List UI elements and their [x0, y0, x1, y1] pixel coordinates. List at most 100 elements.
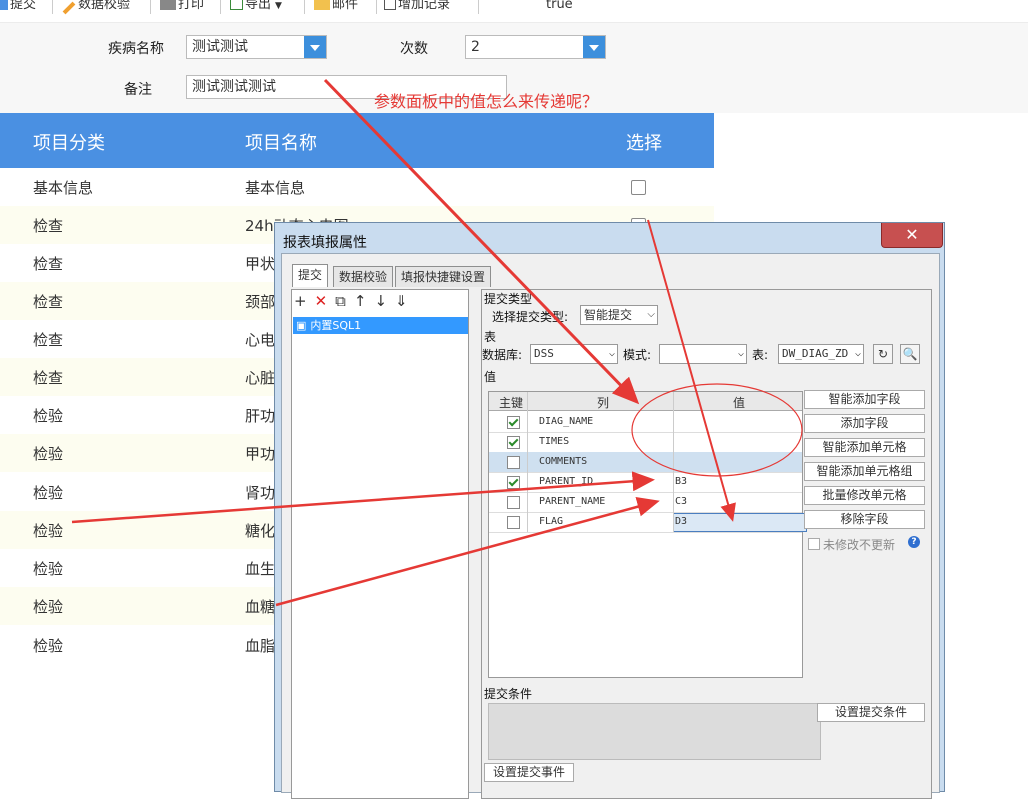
disease-name-label: 疾病名称	[108, 41, 164, 57]
table-section: 表	[484, 330, 497, 344]
refresh-icon[interactable]: ↻	[873, 344, 893, 364]
column-value[interactable]: C3	[675, 496, 687, 507]
pencil-icon	[62, 1, 76, 15]
move-up-icon[interactable]: ↑	[354, 292, 367, 310]
category-cell: 基本信息	[33, 179, 94, 197]
export-button[interactable]: 导出 ▼	[230, 0, 282, 15]
item-name-cell: 血糖	[245, 598, 276, 616]
add-field-button[interactable]: 添加字段	[804, 414, 925, 433]
category-cell: 检验	[33, 598, 64, 616]
move-bottom-icon[interactable]: ⇓	[395, 292, 408, 310]
submit-icon	[0, 0, 8, 10]
database-label: 数据库:	[482, 348, 523, 362]
header-primary-key: 主键	[499, 396, 524, 410]
grid-divider	[673, 392, 674, 532]
mail-icon	[314, 0, 330, 10]
primary-key-checkbox[interactable]	[507, 476, 520, 489]
primary-key-checkbox[interactable]	[507, 516, 520, 529]
primary-key-checkbox[interactable]	[507, 416, 520, 429]
grid-row[interactable]: PARENT_NAME C3	[489, 492, 802, 513]
export-icon	[230, 0, 243, 10]
header-category: 项目分类	[33, 133, 105, 154]
database-select[interactable]: DSS ⌵	[530, 344, 618, 364]
submit-condition-box	[488, 703, 821, 760]
submit-button[interactable]: 提交	[0, 0, 36, 15]
toolbar-divider	[478, 0, 479, 14]
data-validate-button[interactable]: 数据校验	[62, 0, 130, 15]
grid-row[interactable]: COMMENTS	[489, 452, 807, 532]
sql-list-item[interactable]: ▣ 内置SQL1	[293, 317, 468, 334]
grid-header: 主键 列 值	[489, 392, 802, 411]
table-row: 基本信息 基本信息	[0, 168, 714, 206]
header-item-name: 项目名称	[245, 133, 317, 154]
value-section: 值	[484, 370, 497, 384]
grid-row[interactable]: FLAG D3	[489, 512, 802, 533]
smart-add-field-button[interactable]: 智能添加字段	[804, 390, 925, 409]
column-value[interactable]: D3	[675, 516, 687, 527]
sql-item-label: 内置SQL1	[310, 319, 362, 332]
grid-divider	[527, 392, 528, 532]
add-record-icon	[384, 0, 396, 10]
select-checkbox[interactable]	[631, 180, 646, 195]
tab-submit[interactable]: 提交	[292, 264, 329, 287]
schema-label: 模式:	[623, 348, 652, 362]
column-name: FLAG	[539, 516, 564, 527]
dropdown-arrow-icon[interactable]	[583, 36, 605, 58]
disease-name-value: 测试测试	[192, 39, 248, 55]
primary-key-checkbox[interactable]	[507, 456, 520, 469]
copy-icon[interactable]: ⧉	[335, 292, 346, 310]
unmodified-checkbox[interactable]	[808, 538, 820, 550]
delete-icon[interactable]: ✕	[315, 292, 328, 310]
item-name-cell: 甲功	[245, 445, 276, 463]
header-column: 列	[597, 396, 610, 410]
dropdown-arrow-icon[interactable]	[304, 36, 326, 58]
unmodified-no-update-option[interactable]: 未修改不更新	[808, 536, 895, 553]
grid-row[interactable]: TIMES	[489, 432, 802, 453]
header-select: 选择	[626, 133, 662, 154]
category-cell: 检验	[33, 407, 64, 425]
sql-icon: ▣	[296, 319, 307, 332]
category-cell: 检验	[33, 484, 64, 502]
status-text: true	[546, 0, 573, 12]
toolbar-divider	[220, 0, 221, 14]
submit-type-select[interactable]: 智能提交 ⌵	[580, 305, 658, 325]
column-name: DIAG_NAME	[539, 416, 594, 427]
category-cell: 检验	[33, 522, 64, 540]
tab-shortcut-settings[interactable]: 填报快捷键设置	[395, 266, 492, 287]
help-icon[interactable]: ?	[908, 536, 920, 548]
remark-value: 测试测试测试	[192, 79, 276, 95]
set-condition-button[interactable]: 设置提交条件	[817, 703, 925, 722]
chevron-down-icon: ⌵	[608, 348, 615, 359]
add-record-button[interactable]: 增加记录	[384, 0, 450, 15]
toolbar-divider	[52, 0, 53, 14]
tab-data-validation[interactable]: 数据校验	[333, 266, 394, 287]
submit-settings-pane: 提交类型 选择提交类型: 智能提交 ⌵ 表 数据库: DSS ⌵ 模式: ⌵ 表: …	[481, 289, 932, 799]
disease-name-combo[interactable]: 测试测试	[186, 35, 327, 59]
print-button[interactable]: 打印	[160, 0, 204, 15]
close-button[interactable]: ✕	[881, 223, 943, 248]
times-combo[interactable]: 2	[465, 35, 606, 59]
smart-add-cell-group-button[interactable]: 智能添加单元格组	[804, 462, 925, 481]
column-name: COMMENTS	[539, 456, 588, 467]
table-select[interactable]: DW_DIAG_ZD ⌵	[778, 344, 864, 364]
item-name-cell: 甲状	[245, 255, 276, 273]
grid-row[interactable]: PARENT_ID B3	[489, 472, 802, 493]
toolbar-divider	[150, 0, 151, 14]
primary-key-checkbox[interactable]	[507, 436, 520, 449]
schema-select[interactable]: ⌵	[659, 344, 747, 364]
item-name-cell: 糖化	[245, 522, 276, 540]
add-icon[interactable]: +	[294, 292, 307, 310]
mail-button[interactable]: 邮件	[314, 0, 358, 15]
grid-row[interactable]: DIAG_NAME	[489, 412, 802, 433]
column-value[interactable]: B3	[675, 476, 687, 487]
move-down-icon[interactable]: ↓	[374, 292, 387, 310]
remove-field-button[interactable]: 移除字段	[804, 510, 925, 529]
batch-modify-cell-button[interactable]: 批量修改单元格	[804, 486, 925, 505]
preview-icon[interactable]: 🔍	[900, 344, 920, 364]
smart-add-cell-button[interactable]: 智能添加单元格	[804, 438, 925, 457]
printer-icon	[160, 0, 176, 10]
set-submit-event-button[interactable]: 设置提交事件	[484, 763, 574, 782]
toolbar-divider	[304, 0, 305, 14]
primary-key-checkbox[interactable]	[507, 496, 520, 509]
item-name-cell: 肾功	[245, 484, 276, 502]
